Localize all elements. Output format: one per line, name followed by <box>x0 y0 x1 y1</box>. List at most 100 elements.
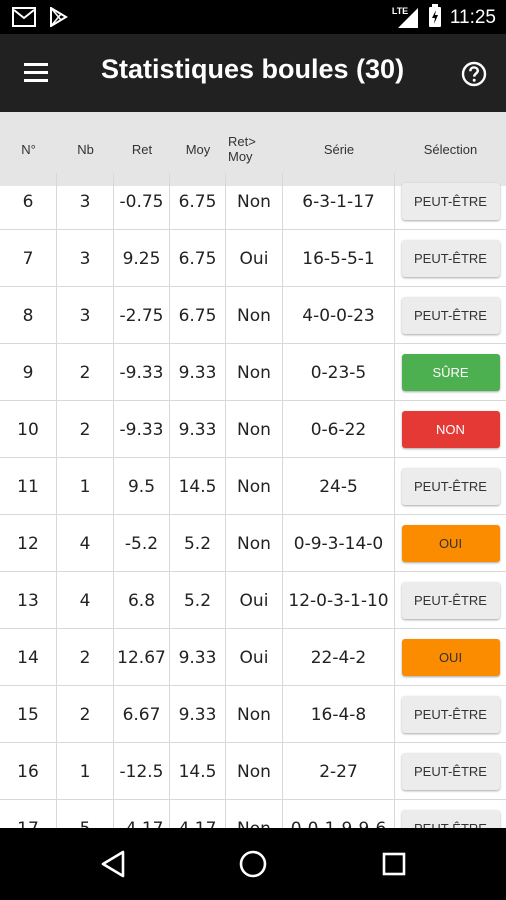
cell-selection: OUI <box>395 629 506 686</box>
table-row: 13 4 6.8 5.2 Oui 12-0-3-1-10 PEUT-ÊTRE <box>0 572 506 629</box>
table-row: 175-4.174.17Non0-0-1-9-9-6 PEUT-ÊTRE <box>0 800 506 828</box>
battery-charging-icon <box>428 4 442 32</box>
selection-button[interactable]: NON <box>401 411 500 448</box>
selection-button[interactable]: OUI <box>401 639 500 676</box>
cell-moy: 5.2 <box>170 515 226 572</box>
recents-icon[interactable] <box>376 846 412 882</box>
cell-num: 14 <box>0 629 57 686</box>
cell-serie: 12-0-3-1-10 <box>283 572 395 629</box>
selection-button[interactable]: SÛRE <box>401 354 500 391</box>
cell-serie: 0-0-1-9-9-6 <box>283 800 395 828</box>
cell-selection: PEUT-ÊTRE <box>395 743 506 800</box>
hamburger-menu-icon[interactable] <box>20 58 52 88</box>
selection-button[interactable]: PEUT-ÊTRE <box>401 696 500 733</box>
cell-ret: 6.8 <box>114 572 170 629</box>
cell-num: 7 <box>0 230 57 287</box>
selection-button[interactable]: PEUT-ÊTRE <box>401 240 500 277</box>
cell-selection: SÛRE <box>395 344 506 401</box>
cell-selection: PEUT-ÊTRE <box>395 572 506 629</box>
cell-serie: 0-6-22 <box>283 401 395 458</box>
header-retmoy-label: Ret> Moy <box>228 134 256 164</box>
stats-table[interactable]: N° Nb Ret Moy Ret> Moy Série Sélection 6… <box>0 112 506 828</box>
selection-button[interactable]: PEUT-ÊTRE <box>401 468 500 505</box>
cell-num: 8 <box>0 287 57 344</box>
cell-retmoy: Non <box>226 287 283 344</box>
cell-nb: 1 <box>57 458 114 515</box>
selection-button[interactable]: PEUT-ÊTRE <box>401 582 500 619</box>
cell-nb: 3 <box>57 173 114 230</box>
cell-retmoy: Oui <box>226 230 283 287</box>
cell-nb: 2 <box>57 686 114 743</box>
table-row: 15 2 6.67 9.33 Non 16-4-8 PEUT-ÊTRE <box>0 686 506 743</box>
cell-num: 10 <box>0 401 57 458</box>
cell-selection: PEUT-ÊTRE <box>395 458 506 515</box>
cell-moy: 4.17 <box>170 800 226 828</box>
cell-selection: NON <box>395 401 506 458</box>
table-row: 14 2 12.67 9.33 Oui 22-4-2 OUI <box>0 629 506 686</box>
cell-moy: 9.33 <box>170 401 226 458</box>
cell-ret: -4.17 <box>114 800 170 828</box>
table-row: 16 1 -12.5 14.5 Non 2-27 PEUT-ÊTRE <box>0 743 506 800</box>
play-store-icon <box>48 6 68 31</box>
cell-moy: 6.75 <box>170 287 226 344</box>
home-icon[interactable] <box>235 846 271 882</box>
cell-num: 9 <box>0 344 57 401</box>
cell-num: 12 <box>0 515 57 572</box>
cell-serie: 0-9-3-14-0 <box>283 515 395 572</box>
navigation-bar <box>0 828 506 900</box>
cell-retmoy: Non <box>226 800 283 828</box>
cell-num: 13 <box>0 572 57 629</box>
cell-ret: -12.5 <box>114 743 170 800</box>
cell-moy: 14.5 <box>170 743 226 800</box>
cell-ret: 12.67 <box>114 629 170 686</box>
cell-moy: 6.75 <box>170 173 226 230</box>
back-icon[interactable] <box>95 846 131 882</box>
selection-button[interactable]: PEUT-ÊTRE <box>401 753 500 790</box>
cell-retmoy: Non <box>226 173 283 230</box>
lte-label: LTE <box>391 6 409 16</box>
cell-selection: OUI <box>395 515 506 572</box>
help-circle-icon[interactable] <box>460 60 488 88</box>
cell-num: 17 <box>0 800 57 828</box>
selection-button[interactable]: PEUT-ÊTRE <box>401 810 500 828</box>
cell-nb: 4 <box>57 515 114 572</box>
table-row: 11 1 9.5 14.5 Non 24-5 PEUT-ÊTRE <box>0 458 506 515</box>
cell-retmoy: Oui <box>226 629 283 686</box>
cell-retmoy: Non <box>226 515 283 572</box>
cell-ret: -5.2 <box>114 515 170 572</box>
cell-serie: 16-4-8 <box>283 686 395 743</box>
cell-nb: 2 <box>57 344 114 401</box>
cell-retmoy: Non <box>226 458 283 515</box>
selection-button[interactable]: PEUT-ÊTRE <box>401 297 500 334</box>
app-title: Statistiques boules (30) <box>101 54 405 84</box>
cell-nb: 3 <box>57 230 114 287</box>
selection-button[interactable]: OUI <box>401 525 500 562</box>
cell-selection: PEUT-ÊTRE <box>395 686 506 743</box>
cell-serie: 24-5 <box>283 458 395 515</box>
cell-selection: PEUT-ÊTRE <box>395 230 506 287</box>
cell-num: 6 <box>0 173 57 230</box>
table-row: 7 3 9.25 6.75 Oui 16-5-5-1 PEUT-ÊTRE <box>0 230 506 287</box>
cell-serie: 6-3-1-17 <box>283 173 395 230</box>
cell-retmoy: Non <box>226 686 283 743</box>
cell-retmoy: Non <box>226 743 283 800</box>
table-row: 10 2 -9.33 9.33 Non 0-6-22 NON <box>0 401 506 458</box>
cell-serie: 22-4-2 <box>283 629 395 686</box>
cell-selection: PEUT-ÊTRE <box>395 287 506 344</box>
cell-serie: 2-27 <box>283 743 395 800</box>
cell-ret: -9.33 <box>114 344 170 401</box>
cell-nb: 3 <box>57 287 114 344</box>
cell-moy: 14.5 <box>170 458 226 515</box>
status-time: 11:25 <box>449 7 496 28</box>
cell-serie: 16-5-5-1 <box>283 230 395 287</box>
cell-nb: 1 <box>57 743 114 800</box>
cell-serie: 4-0-0-23 <box>283 287 395 344</box>
table-row: 12 4 -5.2 5.2 Non 0-9-3-14-0 OUI <box>0 515 506 572</box>
cell-num: 15 <box>0 686 57 743</box>
cell-num: 16 <box>0 743 57 800</box>
cell-ret: -2.75 <box>114 287 170 344</box>
selection-button[interactable]: PEUT-ÊTRE <box>401 183 500 220</box>
cell-nb: 5 <box>57 800 114 828</box>
cell-ret: 9.25 <box>114 230 170 287</box>
cell-selection: PEUT-ÊTRE <box>395 800 506 828</box>
